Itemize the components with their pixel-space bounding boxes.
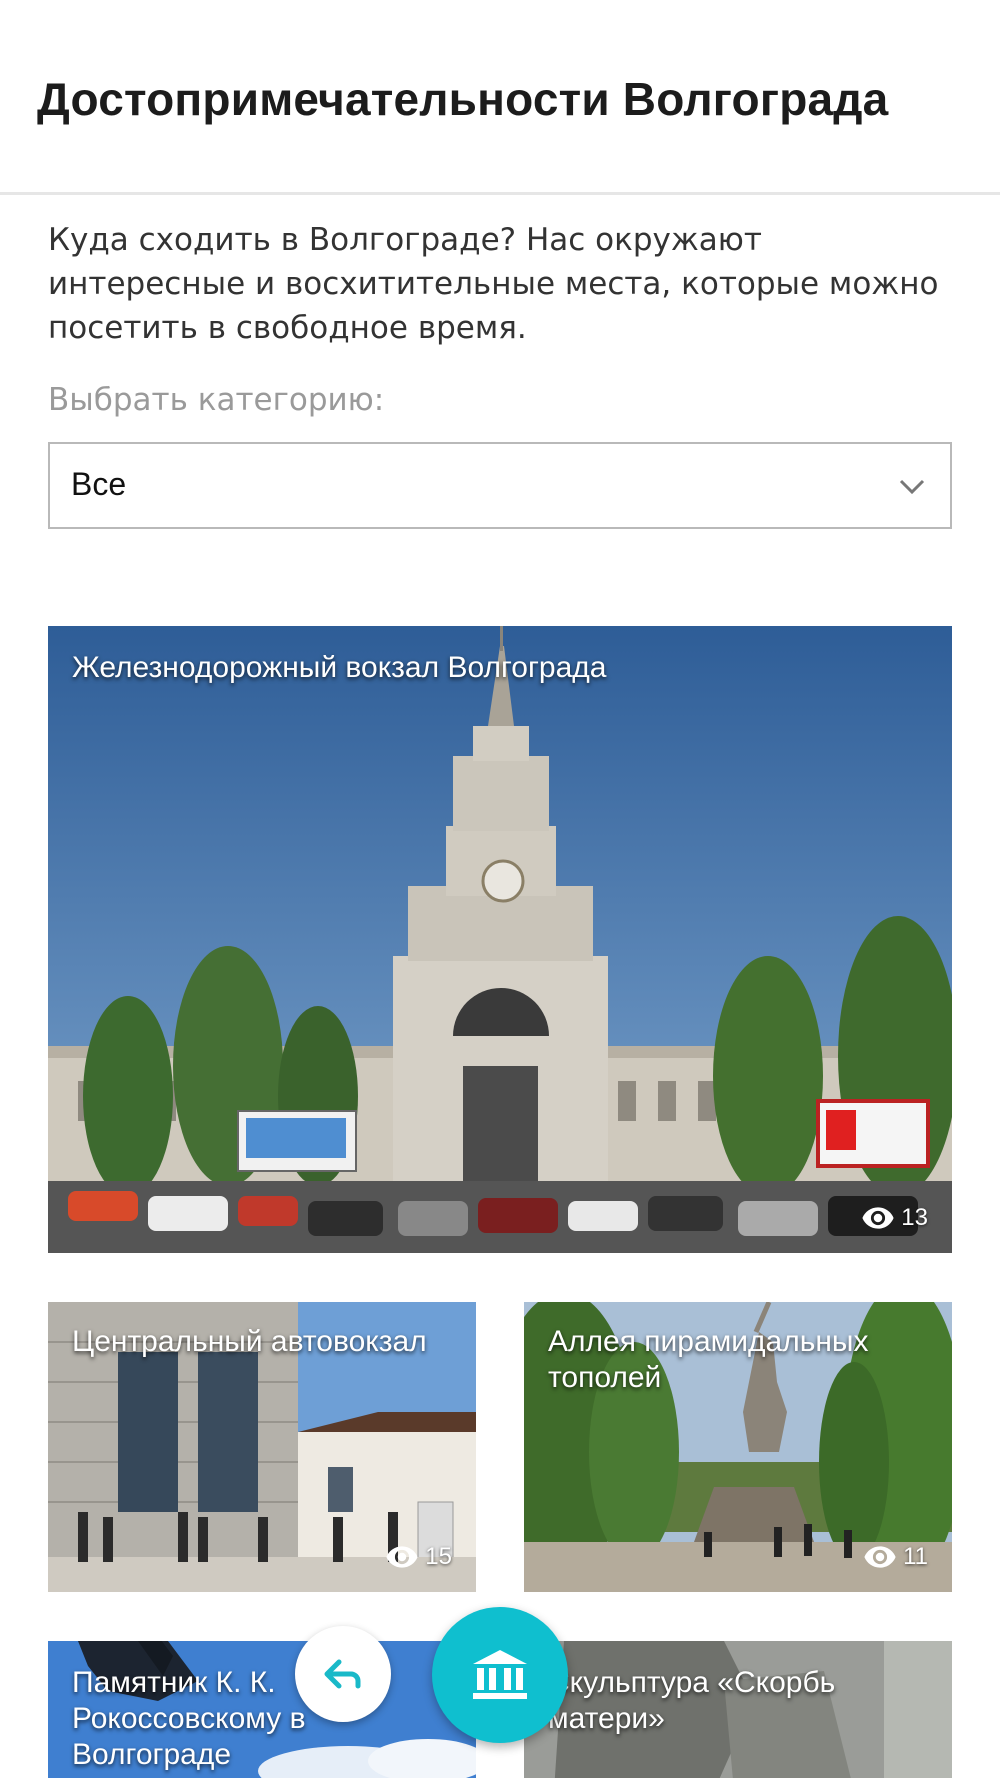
place-card-poplar-alley[interactable]: Аллея пирамидальных тополей 11 — [524, 1302, 952, 1592]
reply-arrow-icon — [324, 1659, 361, 1689]
category-select-value: Все — [71, 466, 127, 502]
card-title: Памятник К. К. Рокоссовскому в Волгоград… — [72, 1666, 306, 1771]
category-label: Выбрать категорию: — [48, 382, 385, 418]
place-card-bus-station[interactable]: Центральный автовокзал 15 — [48, 1302, 476, 1592]
category-select[interactable]: Все — [48, 442, 952, 529]
place-card-railway-station[interactable]: Железнодорожный вокзал Волгограда 13 — [48, 626, 952, 1253]
place-card-mourning-mother[interactable]: Скульптура «Скорбь матери» — [524, 1641, 952, 1778]
card-title: Скульптура «Скорбь матери» — [548, 1666, 836, 1735]
chevron-down-icon — [899, 479, 925, 495]
eye-icon — [862, 1207, 894, 1229]
views-count: 13 — [901, 1204, 928, 1231]
views-count: 11 — [903, 1543, 928, 1570]
views-counter: 11 — [863, 1540, 928, 1574]
back-button[interactable] — [295, 1626, 391, 1722]
railway-station-photo — [48, 626, 952, 1253]
intro-text: Куда сходить в Волгограде? Нас окружают … — [48, 222, 939, 346]
card-title: Центральный автовокзал — [72, 1325, 427, 1358]
card-title: Аллея пирамидальных тополей — [548, 1325, 869, 1394]
views-count: 15 — [425, 1543, 452, 1570]
museum-icon — [473, 1650, 527, 1699]
views-counter: 13 — [861, 1201, 928, 1235]
eye-icon — [864, 1546, 896, 1568]
page-title: Достопримечательности Волгограда — [37, 73, 889, 125]
eye-icon — [386, 1546, 418, 1568]
card-title: Железнодорожный вокзал Волгограда — [72, 651, 607, 684]
views-counter: 15 — [385, 1540, 452, 1574]
app-header: Достопримечательности Волгограда — [0, 0, 1000, 195]
place-card-rokossovsky-monument[interactable]: Памятник К. К. Рокоссовскому в Волгоград… — [48, 1641, 476, 1778]
categories-fab[interactable] — [432, 1607, 568, 1743]
